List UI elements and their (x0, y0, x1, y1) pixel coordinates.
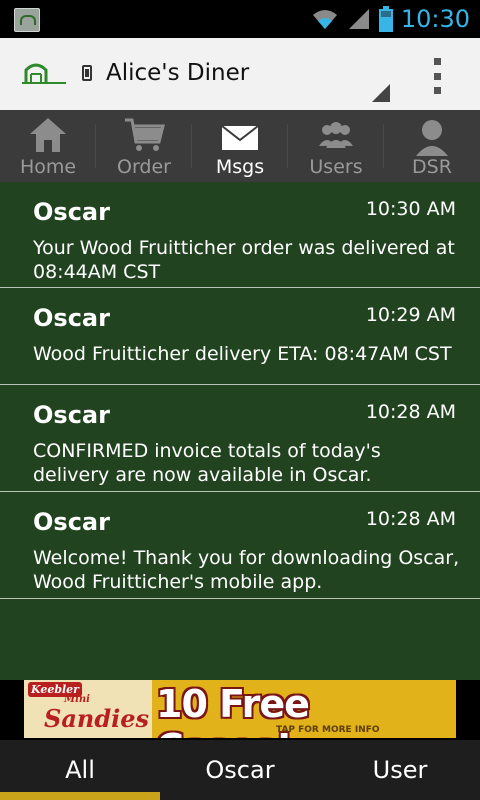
message-time: 10:28 AM (365, 401, 456, 423)
battery-icon (378, 6, 393, 32)
ad-subtext: TAP FOR MORE INFO (276, 725, 380, 735)
cart-icon (125, 118, 165, 151)
users-icon (319, 122, 353, 148)
person-icon (416, 120, 448, 156)
filter-tab-user[interactable]: User (320, 740, 480, 800)
spinner-arrow-icon[interactable] (372, 84, 390, 102)
message-body: Wood Fruitticher delivery ETA: 08:47AM C… (33, 343, 452, 365)
envelope-icon (221, 125, 259, 150)
status-time: 10:30 (400, 5, 470, 33)
tab-users[interactable]: Users (288, 110, 384, 182)
overflow-menu-icon[interactable] (432, 58, 442, 94)
tab-home[interactable]: Home (0, 110, 96, 182)
message-time: 10:30 AM (365, 198, 456, 220)
logo-icon[interactable] (22, 60, 66, 88)
home-icon (30, 118, 66, 152)
message-sender: Oscar (33, 304, 110, 332)
message-time: 10:28 AM (365, 508, 456, 530)
restaurant-title[interactable]: Alice's Diner (106, 60, 249, 86)
ad-product-line2: Sandies (44, 704, 150, 733)
bottom-filter-bar: All Oscar User (0, 740, 480, 800)
message-sender: Oscar (33, 508, 110, 536)
filter-tab-oscar[interactable]: Oscar (160, 740, 320, 800)
tab-msgs-label: Msgs (215, 156, 265, 178)
message-item[interactable]: Oscar 10:29 AM Wood Fruitticher delivery… (0, 288, 480, 385)
status-icons: 10:30 (311, 4, 470, 34)
message-item[interactable]: Oscar 10:28 AM Welcome! Thank you for do… (0, 492, 480, 599)
tab-dsr[interactable]: DSR (384, 110, 480, 182)
tab-home-label: Home (19, 156, 77, 178)
message-time: 10:29 AM (365, 304, 456, 326)
message-body: Your Wood Fruitticher order was delivere… (33, 237, 455, 283)
message-sender: Oscar (33, 198, 110, 226)
filter-tab-all[interactable]: All (0, 740, 160, 800)
status-bar: 10:30 (0, 0, 480, 38)
tab-dsr-label: DSR (412, 156, 452, 178)
phone-icon (82, 65, 92, 81)
message-sender: Oscar (33, 401, 110, 429)
action-bar: Alice's Diner (0, 38, 480, 111)
ad-banner[interactable]: Keebler Mini Sandies 10 Free Cases! TAP … (24, 680, 456, 738)
signal-icon (348, 9, 369, 29)
ad-product-box: Keebler Mini Sandies (24, 680, 152, 738)
wifi-icon (312, 10, 337, 29)
tab-order[interactable]: Order (96, 110, 192, 182)
tab-order-label: Order (117, 156, 171, 178)
tab-bar: Home Order Msgs Users DSR (0, 110, 480, 182)
message-body: Welcome! Thank you for downloading Oscar… (33, 547, 460, 593)
tab-msgs[interactable]: Msgs (192, 110, 288, 182)
message-item[interactable]: Oscar 10:30 AM Your Wood Fruitticher ord… (0, 182, 480, 288)
tab-users-label: Users (309, 156, 363, 178)
message-list: Oscar 10:30 AM Your Wood Fruitticher ord… (0, 182, 480, 680)
message-body: CONFIRMED invoice totals of today's deli… (33, 440, 381, 486)
notification-app-icon (14, 8, 40, 32)
message-item[interactable]: Oscar 10:28 AM CONFIRMED invoice totals … (0, 385, 480, 492)
